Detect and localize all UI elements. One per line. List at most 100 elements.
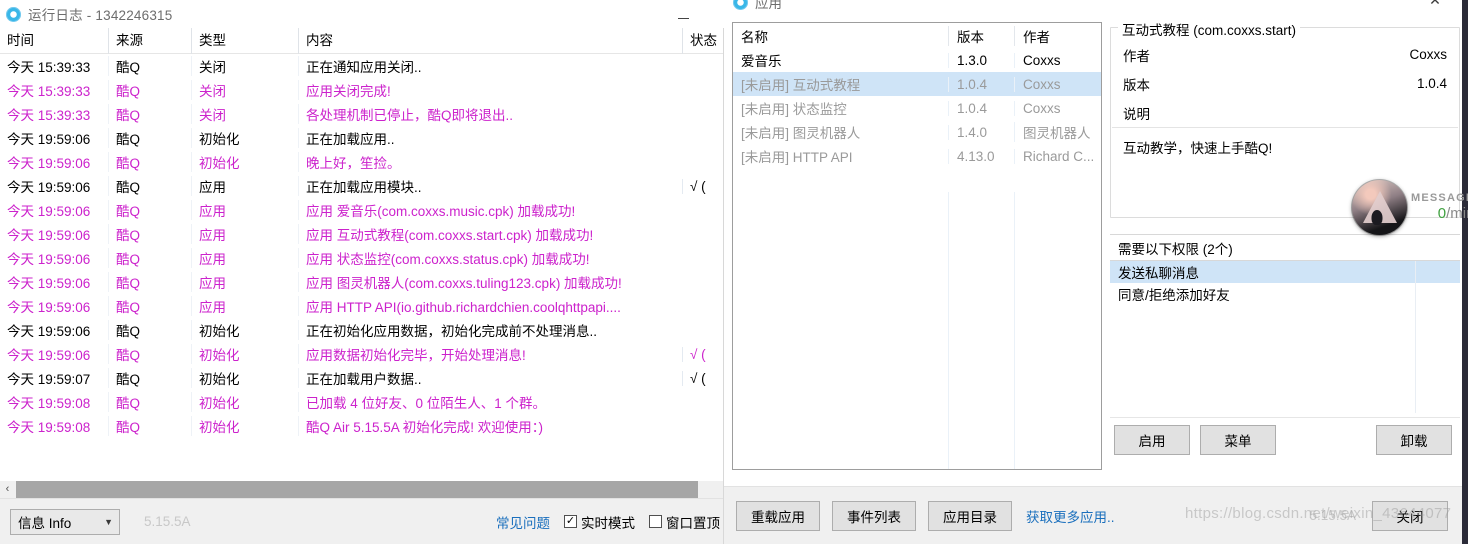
log-cell-content: 正在加载应用模块.. [298, 176, 682, 196]
table-row[interactable]: 今天 19:59:06 酷Q 初始化 晚上好，笙捡。 [0, 150, 723, 174]
table-row[interactable]: 今天 19:59:06 酷Q 初始化 应用数据初始化完毕，开始处理消息! √ ( [0, 342, 723, 366]
enable-button[interactable]: 启用 [1114, 424, 1190, 455]
event-list-button[interactable]: 事件列表 [832, 500, 916, 531]
log-row-container: 今天 15:39:33 酷Q 关闭 正在通知应用关闭.. 今天 15:39:33 酷Q 关闭… [0, 54, 723, 438]
log-cell-time: 今天 19:59:06 [7, 204, 91, 219]
log-cell-source: 酷Q [108, 248, 191, 268]
app-action-buttons: 启用 菜单 卸载 [1110, 417, 1460, 461]
column-header-content[interactable]: 内容 [298, 28, 682, 54]
close-button[interactable]: 关闭 [1372, 500, 1448, 531]
column-header-version[interactable]: 版本 [948, 25, 1014, 46]
detail-desc-row: 说明 [1111, 98, 1459, 127]
permissions-list[interactable]: 发送私聊消息 同意/拒绝添加好友 [1110, 261, 1460, 413]
scroll-left-icon[interactable]: ‹ [2, 484, 13, 495]
list-item[interactable]: [未启用] 图灵机器人 1.4.0 图灵机器人 [733, 120, 1101, 144]
list-item[interactable]: 爱音乐 1.3.0 Coxxs [733, 48, 1101, 72]
log-cell-source: 酷Q [108, 296, 191, 316]
log-titlebar: 运行日志 - 1342246315 [0, 0, 723, 28]
checkbox-box[interactable] [649, 515, 662, 528]
run-log-window: 运行日志 - 1342246315 时间 来源 类型 内容 状态 今天 15:3… [0, 0, 724, 544]
log-cell-content: 晚上好，笙捡。 [298, 152, 682, 172]
column-header-status[interactable]: 状态 [682, 28, 723, 54]
column-header-author[interactable]: 作者 [1014, 25, 1101, 46]
app-cell-version: 1.3.0 [948, 52, 1014, 68]
log-cell-time: 今天 15:39:33 [7, 84, 91, 99]
table-row[interactable]: 今天 19:59:06 酷Q 应用 正在加载应用模块.. √ ( [0, 174, 723, 198]
window-ontop-checkbox[interactable]: 窗口置顶 [649, 512, 720, 532]
log-cell-time: 今天 19:59:07 [7, 372, 91, 387]
table-row[interactable]: 今天 19:59:06 酷Q 应用 应用 互动式教程(com.coxxs.start.… [0, 222, 723, 246]
log-table[interactable]: 时间 来源 类型 内容 状态 今天 15:39:33 酷Q 关闭 正在通知应用关闭..… [0, 28, 723, 462]
log-cell-type: 应用 [191, 296, 298, 316]
app-list-empty-area [733, 192, 1101, 469]
window-ontop-label: 窗口置顶 [666, 515, 720, 531]
app-list-header: 名称 版本 作者 [733, 23, 1101, 48]
app-directory-button[interactable]: 应用目录 [928, 500, 1012, 531]
coolq-logo-icon [6, 6, 21, 22]
detail-version-row: 版本 1.0.4 [1111, 69, 1459, 98]
table-row[interactable]: 今天 19:59:06 酷Q 应用 应用 状态监控(com.coxxs.status.… [0, 246, 723, 270]
table-row[interactable]: 今天 19:59:06 酷Q 应用 应用 图灵机器人(com.coxxs.tuling… [0, 270, 723, 294]
scrollbar-thumb[interactable] [16, 481, 698, 498]
table-row[interactable]: 今天 19:59:06 酷Q 初始化 正在初始化应用数据，初始化完成前不处理消息.. [0, 318, 723, 342]
get-more-apps-link[interactable]: 获取更多应用.. [1026, 506, 1115, 526]
log-cell-type: 初始化 [191, 392, 298, 412]
column-header-name[interactable]: 名称 [733, 26, 948, 46]
list-item[interactable]: [未启用] HTTP API 4.13.0 Richard C... [733, 144, 1101, 168]
list-item[interactable]: [未启用] 状态监控 1.0.4 Coxxs [733, 96, 1101, 120]
permission-item[interactable]: 同意/拒绝添加好友 [1110, 283, 1460, 305]
permissions-column-divider [1415, 261, 1416, 413]
uninstall-button[interactable]: 卸载 [1376, 424, 1452, 455]
app-cell-author: Richard C... [1014, 148, 1101, 164]
log-cell-time: 今天 19:59:06 [7, 276, 91, 291]
log-cell-status: √ ( [682, 370, 723, 386]
table-row[interactable]: 今天 19:59:07 酷Q 初始化 正在加载用户数据.. √ ( [0, 366, 723, 390]
app-list[interactable]: 名称 版本 作者 爱音乐 1.3.0 Coxxs [未启用] 互动式教程 1.0.4 Co… [732, 22, 1102, 470]
table-row[interactable]: 今天 19:59:06 酷Q 初始化 正在加载应用.. [0, 126, 723, 150]
log-level-select[interactable]: 信息 Info ▼ [10, 508, 120, 535]
log-cell-source: 酷Q [108, 200, 191, 220]
table-row[interactable]: 今天 15:39:33 酷Q 关闭 正在通知应用关闭.. [0, 54, 723, 78]
app-cell-version: 1.0.4 [948, 100, 1014, 116]
log-cell-type: 关闭 [191, 56, 298, 76]
log-cell-status: √ ( [682, 178, 723, 194]
log-cell-content: 正在加载应用.. [298, 128, 682, 148]
column-header-time[interactable]: 时间 [0, 28, 108, 54]
column-header-source[interactable]: 来源 [108, 28, 191, 54]
minimize-button[interactable] [670, 7, 696, 23]
permissions-header: 需要以下权限 (2个) [1110, 234, 1460, 261]
table-row[interactable]: 今天 19:59:08 酷Q 初始化 酷Q Air 5.15.5A 初始化完成! 欢迎… [0, 414, 723, 438]
table-row[interactable]: 今天 15:39:33 酷Q 关闭 各处理机制已停止，酷Q即将退出.. [0, 102, 723, 126]
log-cell-time: 今天 19:59:06 [7, 156, 91, 171]
realtime-mode-checkbox[interactable]: ✓ 实时模式 [564, 512, 635, 532]
faq-link[interactable]: 常见问题 [496, 512, 550, 532]
chevron-down-icon: ▼ [104, 516, 113, 527]
table-row[interactable]: 今天 19:59:06 酷Q 应用 应用 HTTP API(io.github.ric… [0, 294, 723, 318]
log-cell-content: 正在加载用户数据.. [298, 368, 682, 388]
log-cell-content: 应用 图灵机器人(com.coxxs.tuling123.cpk) 加载成功! [298, 272, 682, 292]
log-cell-content: 应用 HTTP API(io.github.richardchien.coolq… [298, 296, 682, 316]
log-cell-content: 应用 互动式教程(com.coxxs.start.cpk) 加载成功! [298, 224, 682, 244]
table-row[interactable]: 今天 15:39:33 酷Q 关闭 应用关闭完成! [0, 78, 723, 102]
checkbox-box[interactable]: ✓ [564, 515, 577, 528]
app-cell-author: Coxxs [1014, 100, 1101, 116]
log-level-value: 信息 Info [18, 515, 72, 531]
reload-apps-button[interactable]: 重载应用 [736, 500, 820, 531]
close-icon[interactable]: ✕ [1424, 0, 1446, 9]
permission-item[interactable]: 发送私聊消息 [1110, 261, 1460, 283]
log-horizontal-scrollbar[interactable]: ‹ [0, 481, 723, 498]
list-item[interactable]: [未启用] 互动式教程 1.0.4 Coxxs [733, 72, 1101, 96]
detail-author-value: Coxxs [1409, 47, 1447, 62]
log-cell-type: 关闭 [191, 104, 298, 124]
table-row[interactable]: 今天 19:59:08 酷Q 初始化 已加载 4 位好友、0 位陌生人、1 个群。 [0, 390, 723, 414]
log-cell-time: 今天 19:59:08 [7, 420, 91, 435]
app-version-label: 5.15.5A [1309, 508, 1356, 523]
menu-button[interactable]: 菜单 [1200, 424, 1276, 455]
apps-window: 应用 ✕ 名称 版本 作者 爱音乐1.3.0Coxxs[未启用] 互动式教程1.… [724, 0, 1468, 544]
app-list-rows: 爱音乐 1.3.0 Coxxs [未启用] 互动式教程 1.0.4 Coxxs [未启用] … [733, 48, 1101, 168]
log-cell-time: 今天 19:59:08 [7, 396, 91, 411]
column-header-type[interactable]: 类型 [191, 28, 298, 54]
log-cell-type: 初始化 [191, 368, 298, 388]
app-info-group: 互动式教程 (com.coxxs.start) 作者 Coxxs 版本 1.0.… [1110, 19, 1460, 218]
table-row[interactable]: 今天 19:59:06 酷Q 应用 应用 爱音乐(com.coxxs.music.cp… [0, 198, 723, 222]
